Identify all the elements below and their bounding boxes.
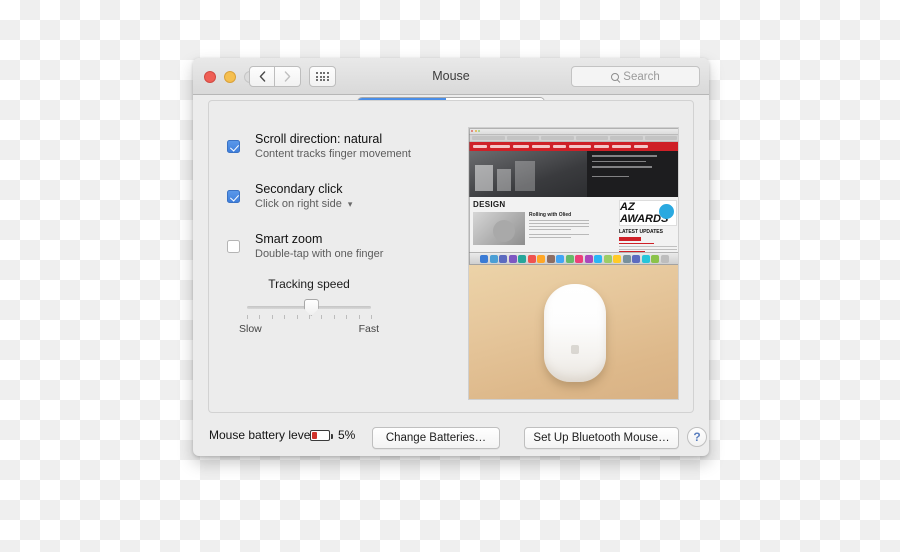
dock-icon — [565, 255, 574, 263]
site-heading: DESIGN — [473, 200, 506, 209]
tracking-speed-control: Tracking speed Slow Fast — [239, 277, 379, 335]
smart-zoom-label: Smart zoom — [255, 232, 323, 246]
scroll-direction-sublabel: Content tracks finger movement — [255, 148, 411, 160]
window-footer: Mouse battery level: 5% Change Batteries… — [193, 414, 709, 456]
option-smart-zoom[interactable]: Smart zoom Double-tap with one finger — [227, 231, 467, 262]
dock-icon — [603, 255, 612, 263]
options-list: Scroll direction: natural Content tracks… — [227, 131, 467, 281]
dock-icon — [594, 255, 603, 263]
site-article-area: DESIGN Rolling with Olied AZ AWARDS LATE… — [469, 197, 678, 257]
award-badge-icon — [659, 204, 674, 219]
secondary-click-label: Secondary click — [255, 182, 343, 196]
mouse-preferences-window: Mouse Search Point & Click More Gestures… — [193, 58, 709, 456]
dock-icon — [546, 255, 555, 263]
screenshot-thumbnail: DESIGN Rolling with Olied AZ AWARDS LATE… — [469, 128, 678, 265]
battery-level-label: Mouse battery level: — [209, 428, 317, 442]
dock-icon — [518, 255, 527, 263]
chevron-down-icon: ▾ — [347, 199, 353, 209]
scroll-direction-label: Scroll direction: natural — [255, 132, 383, 146]
slider-min-label: Slow — [239, 323, 262, 335]
article-title: Rolling with Olied — [529, 212, 572, 218]
dock-icon — [575, 255, 584, 263]
dock-icon — [489, 255, 498, 263]
dock-icon — [622, 255, 631, 263]
search-input[interactable]: Search — [571, 66, 700, 87]
preferences-panel: Scroll direction: natural Content tracks… — [208, 100, 694, 413]
option-secondary-click[interactable]: Secondary click Click on right side ▾ — [227, 181, 467, 212]
tracking-speed-slider[interactable] — [239, 299, 379, 316]
secondary-click-sublabel: Click on right side — [255, 198, 342, 210]
dock-icon — [584, 255, 593, 263]
smart-zoom-sublabel: Double-tap with one finger — [255, 248, 384, 260]
scroll-direction-checkbox[interactable] — [227, 140, 240, 153]
magic-mouse-photo — [543, 284, 606, 382]
battery-fill — [312, 432, 317, 439]
tracking-speed-label: Tracking speed — [268, 277, 350, 291]
article-block: Rolling with Olied — [529, 212, 589, 240]
search-placeholder: Search — [623, 70, 660, 83]
option-scroll-direction[interactable]: Scroll direction: natural Content tracks… — [227, 131, 467, 162]
browser-tab-bar — [469, 135, 678, 142]
dock-icon — [527, 255, 536, 263]
site-hero-image — [469, 151, 678, 197]
dock-icon — [632, 255, 641, 263]
dock-icon — [480, 255, 489, 263]
award-logo: AZ AWARDS — [619, 200, 677, 226]
secondary-click-checkbox[interactable] — [227, 190, 240, 203]
sidebar-accent-bar — [619, 237, 641, 241]
site-navigation-bar — [469, 142, 678, 151]
slider-tick-marks — [247, 315, 372, 322]
window-titlebar: Mouse Search — [193, 58, 709, 95]
battery-percent: 5% — [338, 428, 356, 442]
sidebar-heading: LATEST UPDATES — [619, 229, 663, 235]
dock-icon — [556, 255, 565, 263]
site-sidebar: AZ AWARDS LATEST UPDATES — [619, 200, 677, 257]
dock-icon — [508, 255, 517, 263]
dock-icon — [651, 255, 660, 263]
desk-surface-photo — [469, 265, 678, 399]
slider-knob[interactable] — [303, 299, 319, 316]
article-thumbnail — [473, 212, 525, 245]
secondary-click-popup[interactable]: Click on right side ▾ — [255, 197, 467, 212]
battery-icon — [310, 430, 333, 441]
dock-icon — [641, 255, 650, 263]
search-icon — [611, 72, 620, 81]
slider-max-label: Fast — [358, 323, 379, 335]
browser-chrome — [469, 128, 678, 135]
hero-text-overlay — [587, 151, 678, 197]
macos-dock — [469, 252, 678, 265]
help-button[interactable]: ? — [687, 427, 707, 447]
dock-icon — [499, 255, 508, 263]
setup-bluetooth-mouse-button[interactable]: Set Up Bluetooth Mouse… — [524, 427, 679, 449]
dock-icon — [537, 255, 546, 263]
mouse-preview-image: DESIGN Rolling with Olied AZ AWARDS LATE… — [468, 127, 679, 400]
dock-icon — [660, 255, 669, 263]
dock-icon — [613, 255, 622, 263]
smart-zoom-checkbox[interactable] — [227, 240, 240, 253]
change-batteries-button[interactable]: Change Batteries… — [372, 427, 500, 449]
